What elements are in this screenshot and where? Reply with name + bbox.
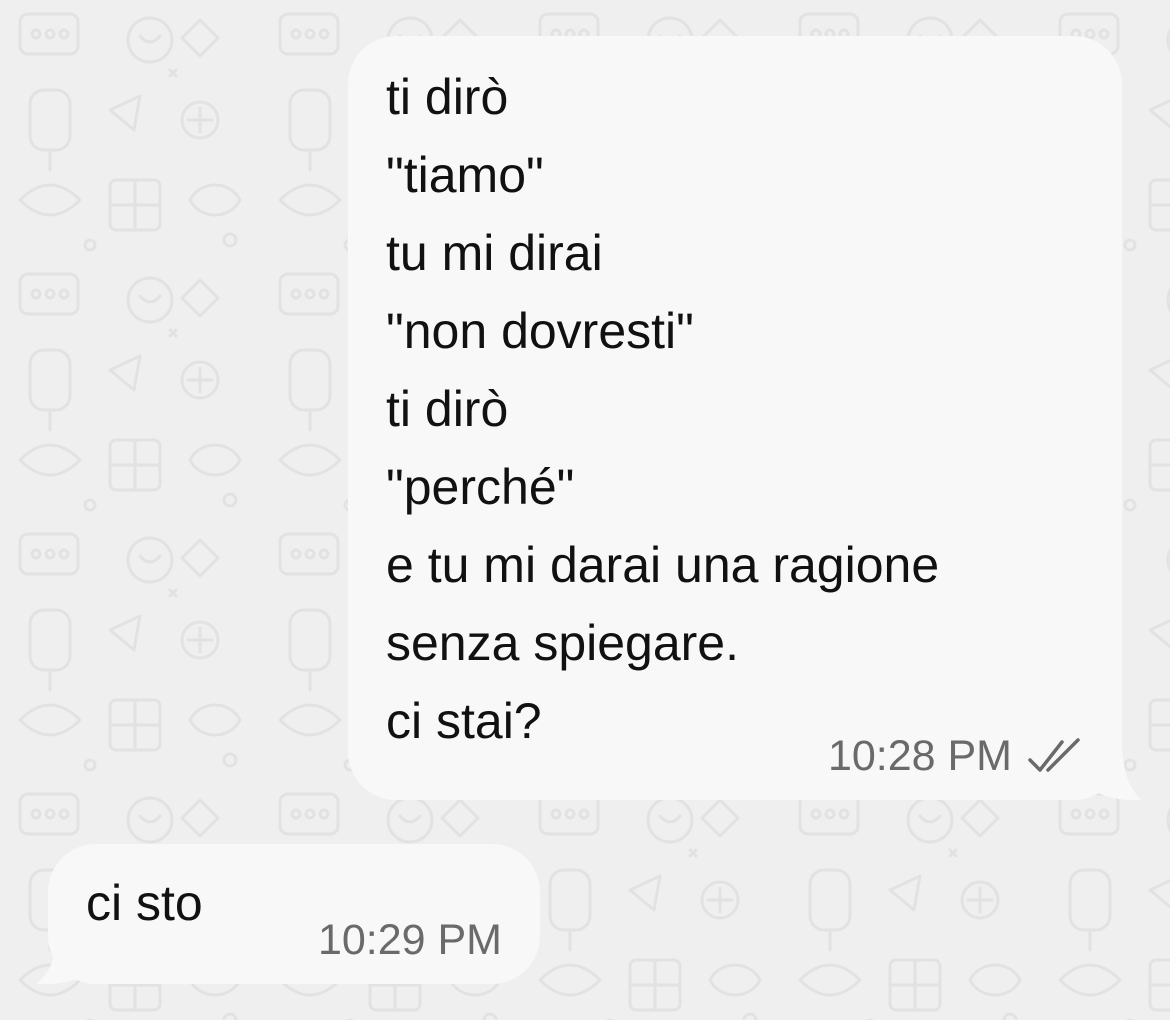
message-line: senza spiegare. [386,615,740,671]
message-text: ti dirò "tiamo" tu mi dirai "non dovrest… [386,68,939,770]
message-line: ti dirò [386,69,509,125]
message-meta: 10:28 PM [828,726,1086,786]
message-line: tu mi dirai [386,225,603,281]
message-line: "non dovresti" [386,303,694,359]
message-timestamp: 10:28 PM [827,731,1012,780]
message-line: e tu mi darai una ragione [386,537,940,593]
message-text: ci sto [86,875,203,931]
message-timestamp: 10:29 PM [317,915,502,964]
message-line: "perché" [386,459,575,515]
message-line: "tiamo" [386,147,544,203]
double-check-icon [1028,738,1080,772]
incoming-message-bubble[interactable]: ci sto 10:29 PM [48,844,540,984]
message-line: ti dirò [386,381,509,437]
outgoing-message-bubble[interactable]: ti dirò "tiamo" tu mi dirai "non dovrest… [348,36,1122,800]
message-meta: 10:29 PM [318,910,502,970]
